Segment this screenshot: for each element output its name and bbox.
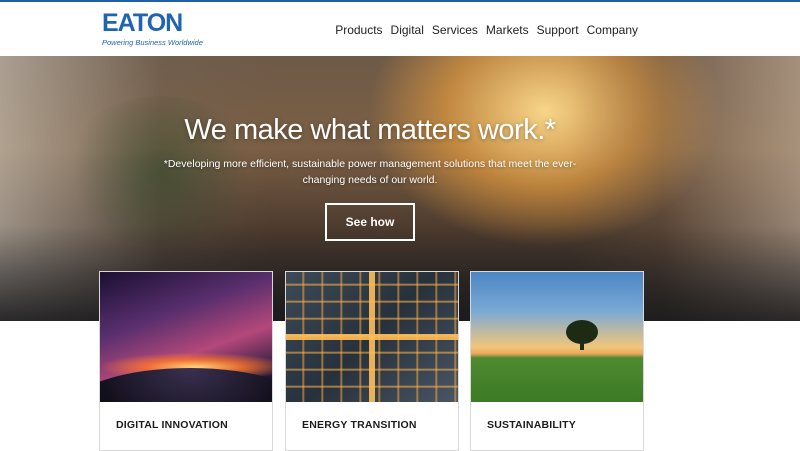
nav-item-services[interactable]: Services [432,23,478,37]
card-image-city-aerial [286,272,458,402]
planet-horizon [100,368,272,402]
eaton-logo[interactable]: EATON Powering Business Worldwide [102,9,212,48]
card-sustainability[interactable]: SUSTAINABILITY [470,271,644,451]
card-label: SUSTAINABILITY [487,419,576,431]
nav-item-products[interactable]: Products [335,23,382,37]
logo-wordmark: EATON [102,9,183,37]
card-image-tree-field [471,272,643,402]
card-label: ENERGY TRANSITION [302,419,417,431]
main-nav: Products Digital Services Markets Suppor… [335,23,638,37]
nav-item-company[interactable]: Company [587,23,638,37]
hero-title: We make what matters work.* [184,114,556,146]
hero-subtitle: *Developing more efficient, sustainable … [163,158,577,186]
nav-item-support[interactable]: Support [537,23,579,37]
see-how-button[interactable]: See how [325,203,415,241]
tree-trunk [580,340,584,350]
card-label: DIGITAL INNOVATION [116,419,228,431]
nav-item-markets[interactable]: Markets [486,23,529,37]
site-header: EATON Powering Business Worldwide Produc… [0,2,800,57]
card-image-earth-horizon [100,272,272,402]
logo-tagline: Powering Business Worldwide [102,38,203,47]
card-energy-transition[interactable]: ENERGY TRANSITION [285,271,459,451]
card-digital-innovation[interactable]: DIGITAL INNOVATION [99,271,273,451]
city-street-vertical [369,272,375,402]
nav-item-digital[interactable]: Digital [391,23,424,37]
